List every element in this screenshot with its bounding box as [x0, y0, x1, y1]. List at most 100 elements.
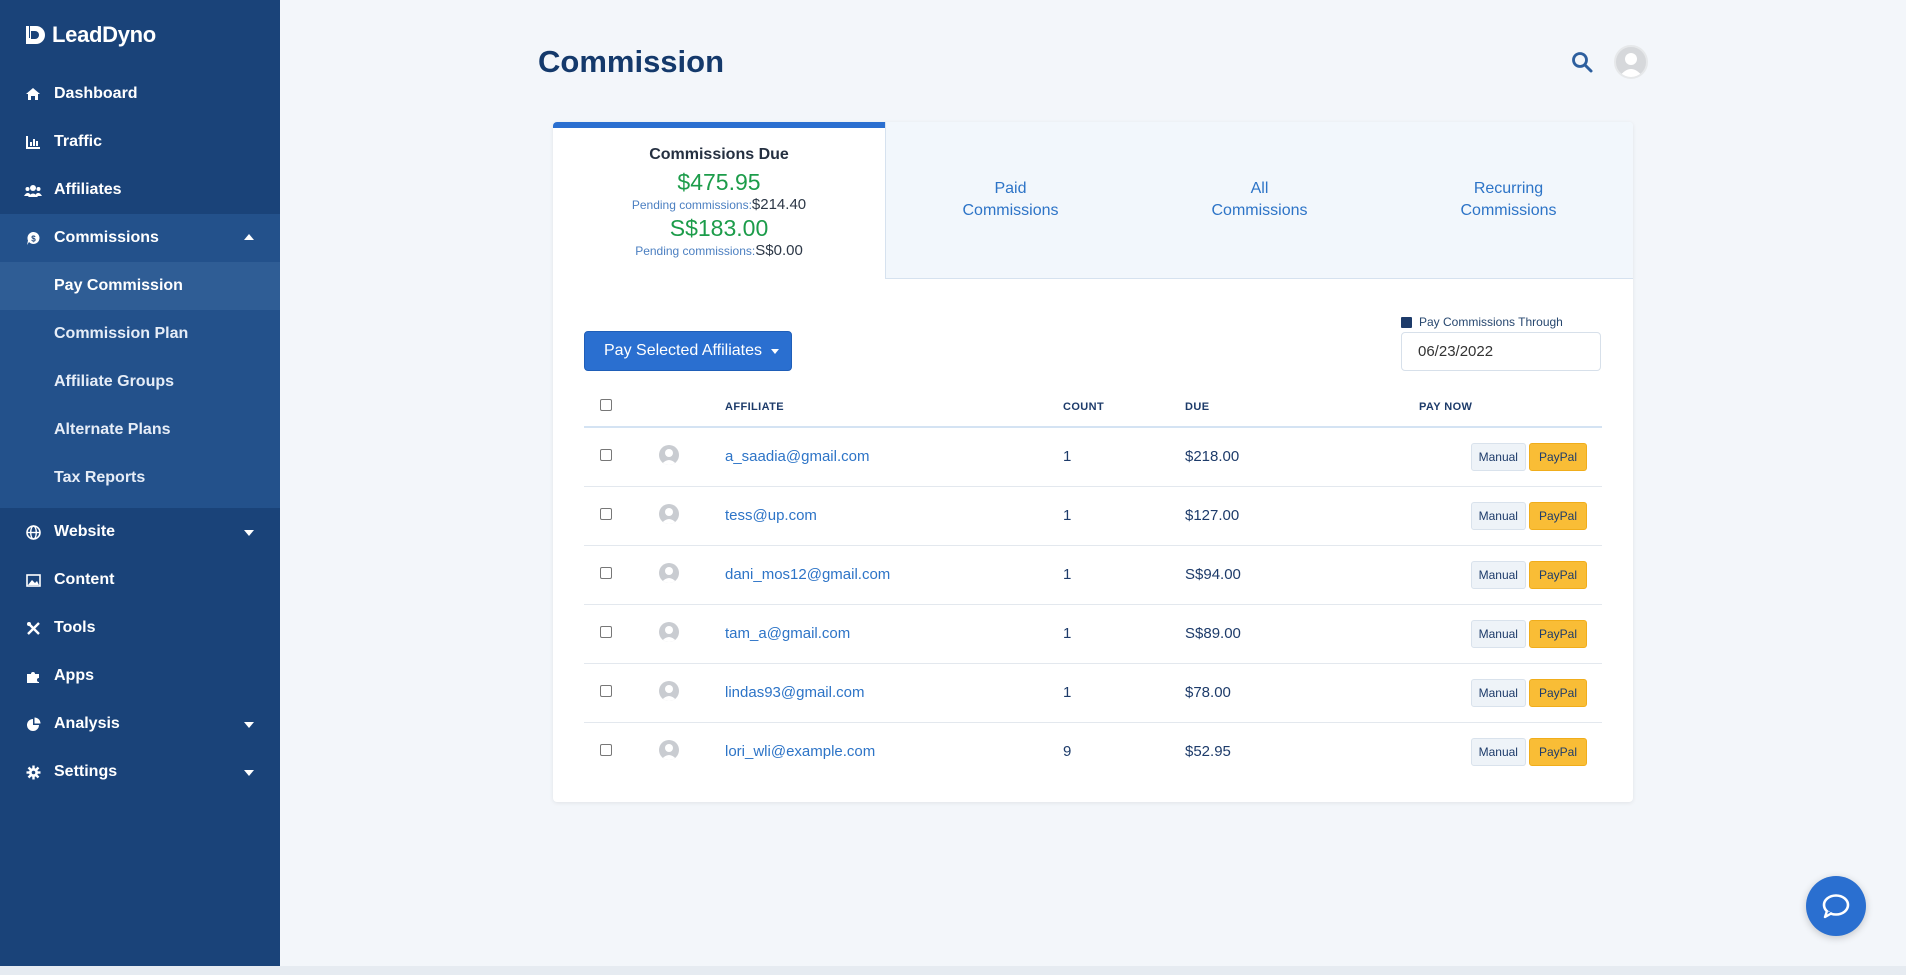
- sidebar-item-tools[interactable]: Tools: [0, 604, 280, 652]
- caret-down-icon: [771, 348, 780, 354]
- sidebar-item-analysis[interactable]: Analysis: [0, 700, 280, 748]
- pay-through-date-input[interactable]: [1401, 332, 1601, 371]
- pending-label: Pending commissions:: [635, 244, 756, 258]
- count-header: COUNT: [1063, 387, 1185, 428]
- affiliate-cell: lori_wli@example.com: [725, 722, 1063, 781]
- manual-pay-button[interactable]: Manual: [1470, 619, 1526, 648]
- row-select-cell: [584, 663, 634, 723]
- home-icon: [24, 85, 42, 103]
- affiliate-avatar: [659, 562, 679, 583]
- tab-all-commissions[interactable]: All Commissions: [1135, 122, 1384, 279]
- chevron-down-icon: [244, 530, 254, 536]
- row-checkbox[interactable]: [600, 744, 612, 757]
- sidebar-subitem-tax-reports[interactable]: Tax Reports: [0, 454, 280, 502]
- commissions-subnav: Pay Commission Commission Plan Affiliate…: [0, 262, 280, 508]
- row-select-cell: [584, 545, 634, 605]
- due-amount-sgd: S$183.00: [669, 215, 769, 241]
- row-checkbox[interactable]: [600, 449, 612, 462]
- row-avatar-cell: [634, 545, 725, 605]
- sidebar-item-dashboard[interactable]: Dashboard: [0, 70, 280, 118]
- row-select-cell: [584, 722, 634, 781]
- table-row: lori_wli@example.com 9 $52.95 Manual PayPal: [584, 722, 1602, 781]
- sidebar-item-website[interactable]: Website: [0, 508, 280, 556]
- sidebar-subitem-alternate-plans[interactable]: Alternate Plans: [0, 406, 280, 454]
- pay-selected-affiliates-button[interactable]: Pay Selected Affiliates: [584, 331, 792, 371]
- chat-bubble-icon: [1822, 894, 1850, 919]
- sidebar-item-commissions[interactable]: $ Commissions: [0, 214, 280, 262]
- pay-through-text: Pay Commissions Through: [1419, 315, 1563, 329]
- due-tab-label: Commissions Due: [649, 146, 789, 163]
- tab-paid-commissions[interactable]: Paid Commissions: [886, 122, 1135, 279]
- pending-label: Pending commissions:: [631, 198, 752, 212]
- count-cell: 9: [1063, 743, 1072, 761]
- paypal-pay-button[interactable]: PayPal: [1528, 442, 1587, 471]
- globe-icon: [24, 523, 42, 541]
- tab-label: Commissions: [1211, 202, 1308, 219]
- sidebar-subitem-affiliate-groups[interactable]: Affiliate Groups: [0, 358, 280, 406]
- pay-now-cell: Manual PayPal: [1419, 545, 1602, 605]
- pending-usd: $214.40: [751, 196, 807, 213]
- due-cell: $218.00: [1185, 427, 1419, 487]
- row-checkbox[interactable]: [600, 567, 612, 579]
- paypal-pay-button[interactable]: PayPal: [1528, 501, 1587, 530]
- row-checkbox[interactable]: [600, 685, 612, 697]
- affiliate-avatar: [659, 444, 679, 465]
- affiliate-email-link[interactable]: lori_wli@example.com: [725, 743, 875, 760]
- pay-now-cell: Manual PayPal: [1419, 427, 1602, 487]
- sidebar-item-settings[interactable]: Settings: [0, 748, 280, 796]
- paypal-pay-button[interactable]: PayPal: [1528, 737, 1587, 766]
- sidebar: LeadDyno Dashboard Traffic Affiliates $ …: [0, 0, 280, 966]
- chevron-down-icon: [244, 722, 254, 728]
- affiliate-email-link[interactable]: lindas93@gmail.com: [725, 684, 864, 701]
- affiliate-email-link[interactable]: tam_a@gmail.com: [725, 625, 850, 642]
- manual-pay-button[interactable]: Manual: [1470, 737, 1526, 766]
- affiliate-avatar: [659, 503, 679, 524]
- chat-launcher-button[interactable]: [1806, 876, 1866, 936]
- row-checkbox[interactable]: [600, 626, 612, 638]
- sidebar-item-affiliates[interactable]: Affiliates: [0, 166, 280, 214]
- row-avatar-cell: [634, 427, 725, 487]
- affiliate-cell: lindas93@gmail.com: [725, 663, 1063, 723]
- count-cell: 1: [1063, 486, 1185, 546]
- affiliate-cell: dani_mos12@gmail.com: [725, 545, 1063, 605]
- sidebar-item-apps[interactable]: Apps: [0, 652, 280, 700]
- chevron-down-icon: [244, 770, 254, 776]
- due-cell: $127.00: [1185, 486, 1419, 546]
- affiliate-email-link[interactable]: a_saadia@gmail.com: [725, 448, 869, 465]
- affiliate-cell: tam_a@gmail.com: [725, 604, 1063, 664]
- manual-pay-button[interactable]: Manual: [1470, 442, 1526, 471]
- affiliate-email-link[interactable]: tess@up.com: [725, 507, 817, 524]
- brand-logo[interactable]: LeadDyno: [0, 0, 280, 70]
- tab-commissions-due[interactable]: Commissions Due $475.95 Pending commissi…: [553, 122, 885, 279]
- paypal-pay-button[interactable]: PayPal: [1528, 619, 1587, 648]
- toolbar: Pay Selected Affiliates Pay Commissions …: [553, 279, 1633, 389]
- sidebar-subitem-pay-commission[interactable]: Pay Commission: [0, 262, 280, 310]
- manual-pay-button[interactable]: Manual: [1470, 560, 1526, 589]
- row-checkbox[interactable]: [600, 508, 612, 520]
- tab-recurring-commissions[interactable]: Recurring Commissions: [1384, 122, 1633, 279]
- affiliate-cell: a_saadia@gmail.com: [725, 427, 1063, 487]
- sidebar-item-content[interactable]: Content: [0, 556, 280, 604]
- paypal-pay-button[interactable]: PayPal: [1528, 560, 1587, 589]
- puzzle-icon: [24, 667, 42, 685]
- chart-icon: [24, 133, 42, 151]
- leaddyno-logo-icon: [26, 26, 45, 44]
- commission-tabs: Commissions Due $475.95 Pending commissi…: [553, 122, 1633, 279]
- search-icon[interactable]: [1570, 50, 1594, 74]
- sidebar-item-traffic[interactable]: Traffic: [0, 118, 280, 166]
- select-all-checkbox[interactable]: [600, 399, 612, 411]
- calendar-icon: [1401, 316, 1412, 328]
- due-cell: $78.00: [1185, 663, 1419, 723]
- due-header: DUE: [1185, 387, 1419, 428]
- affiliate-email-link[interactable]: dani_mos12@gmail.com: [725, 566, 890, 583]
- sidebar-item-label: Apps: [54, 667, 94, 684]
- manual-pay-button[interactable]: Manual: [1470, 501, 1526, 530]
- paypal-pay-button[interactable]: PayPal: [1528, 678, 1587, 707]
- pie-icon: [24, 715, 42, 733]
- sidebar-subitem-commission-plan[interactable]: Commission Plan: [0, 310, 280, 358]
- tab-label: Recurring: [1473, 180, 1544, 197]
- due-amount-usd: $475.95: [677, 169, 761, 195]
- manual-pay-button[interactable]: Manual: [1470, 678, 1526, 707]
- user-avatar[interactable]: [1614, 45, 1648, 79]
- bottom-scrollbar[interactable]: [0, 966, 1906, 975]
